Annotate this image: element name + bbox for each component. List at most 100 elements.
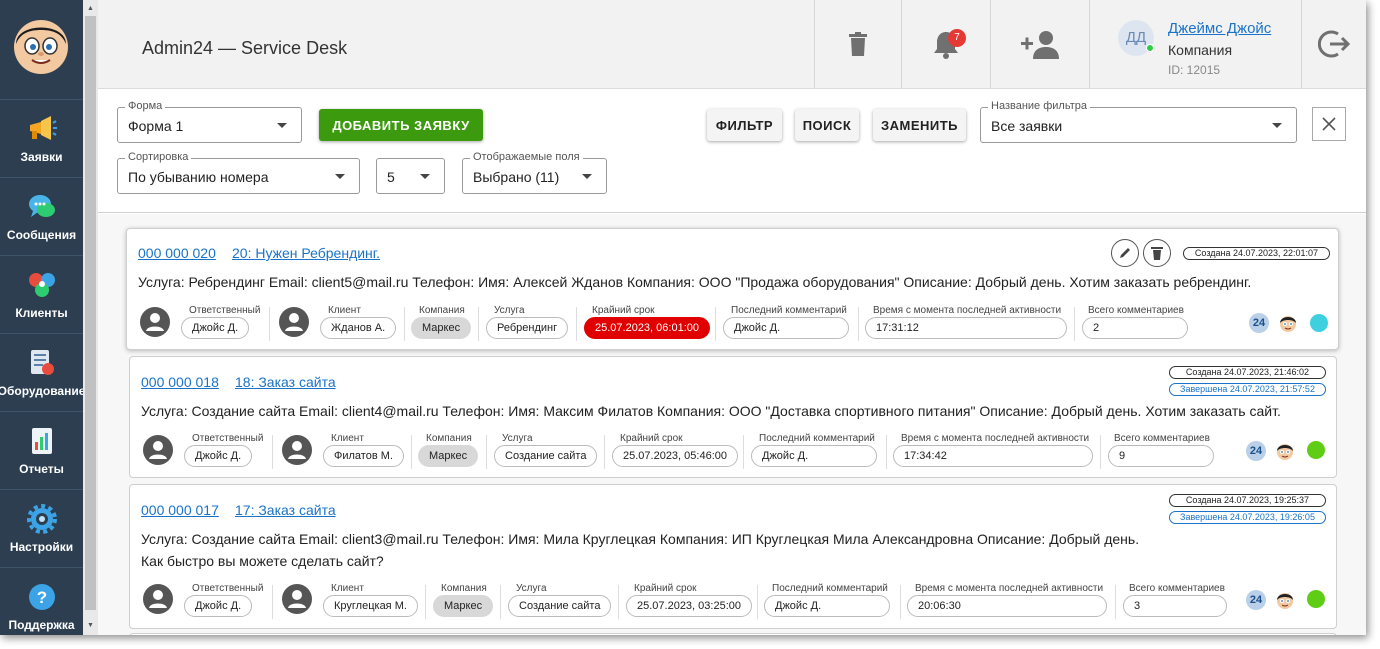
ticket-title-link[interactable]: 18: Заказ сайта [235,374,336,390]
ticket-title-link[interactable]: 17: Заказ сайта [235,502,336,518]
deadline-chip[interactable]: 25.07.2023, 06:01:00 [584,317,710,339]
chevron-down-icon [582,174,592,179]
service-chip[interactable]: Создание сайта [494,445,598,467]
completed-date-tag: Завершена 24.07.2023, 21:57:52 [1169,383,1326,396]
user-id: ID: 12015 [1168,63,1221,77]
status-dot [1307,590,1325,608]
filter-name-select[interactable]: Название фильтра Все заявки [980,100,1297,143]
visible-fields-value: Выбрано (11) [473,169,560,185]
company-chip[interactable]: Маркес [418,445,479,467]
since-activity-chip[interactable]: 20:06:30 [907,595,1107,617]
search-button[interactable]: ПОИСК [795,109,859,141]
edit-ticket-button[interactable] [1111,239,1139,267]
since-activity-chip[interactable]: 17:31:12 [865,317,1067,339]
ticket-card[interactable]: 000 000 020 20: Нужен Ребрендинг. Создан… [126,228,1339,350]
divider [1115,585,1116,619]
client-chip[interactable]: Круглецкая М. [323,595,418,617]
responsible-chip[interactable]: Джойс Д. [181,317,250,339]
ticket-card[interactable]: 000 000 017 17: Заказ сайта Создана 24.0… [129,484,1337,629]
pencil-icon [1120,248,1130,258]
ticket-number-link[interactable]: 000 000 020 [138,245,216,261]
status-dot [1310,314,1328,332]
form-select[interactable]: Форма Форма 1 [117,100,302,143]
scrollbar-thumb[interactable] [85,16,96,610]
scroll-down-arrow-icon[interactable]: ▼ [83,619,98,633]
deadline-chip[interactable]: 25.07.2023, 05:46:00 [612,445,738,467]
clear-filter-button[interactable] [1312,107,1346,141]
source-badge: 24 [1246,441,1266,461]
trash-icon [1151,247,1163,260]
sidebar-item-messages[interactable]: Сообщения [0,177,83,255]
meta-label: Услуга [516,583,547,594]
visible-fields-select[interactable]: Отображаемые поля Выбрано (11) [462,151,607,194]
person-icon [279,307,309,337]
chevron-down-icon [420,174,430,179]
add-user-button[interactable] [990,0,1089,88]
chevron-down-icon [277,123,287,128]
delete-ticket-button[interactable] [1143,239,1171,267]
sidebar-item-support[interactable]: ? Поддержка [0,567,83,635]
sidebar-item-reports[interactable]: Отчеты [0,411,83,489]
notifications-button[interactable]: 7 [901,0,990,88]
last-comment-chip[interactable]: Джойс Д. [723,317,849,339]
meta-label: Крайний срок [592,305,655,316]
responsible-chip[interactable]: Джойс Д. [184,595,253,617]
ticket-title-link[interactable]: 20: Нужен Ребрендинг. [232,245,380,261]
divider [404,307,405,341]
since-activity-chip[interactable]: 17:34:42 [893,445,1093,467]
sidebar-item-clients[interactable]: Клиенты [0,255,83,333]
user-name-link[interactable]: Джеймс Джойс [1168,20,1271,37]
user-company: Компания [1168,42,1233,58]
scroll-up-arrow-icon[interactable]: ▲ [83,2,98,16]
service-chip[interactable]: Ребрендинг [486,317,569,339]
meta-label: Клиент [331,583,364,594]
last-comment-chip[interactable]: Джойс Д. [764,595,890,617]
sidebar-item-label: Отчеты [19,461,64,476]
ticket-number-link[interactable]: 000 000 018 [141,374,219,390]
client-chip[interactable]: Жданов А. [320,317,397,339]
ticket-number-link[interactable]: 000 000 017 [141,502,219,518]
total-comments-chip[interactable]: 2 [1082,317,1188,339]
sidebar-item-settings[interactable]: Настройки [0,489,83,567]
filter-button[interactable]: ФИЛЬТР [707,109,782,141]
replace-button[interactable]: ЗАМЕНИТЬ [873,109,966,141]
company-chip[interactable]: Маркес [411,317,472,339]
notifications-badge: 7 [948,29,966,47]
page-scrollbar[interactable]: ▲ ▼ [83,0,98,635]
logout-button[interactable] [1301,0,1366,88]
person-icon [282,435,312,465]
avatar[interactable] [10,14,72,76]
gear-icon [26,503,57,534]
service-chip[interactable]: Создание сайта [508,595,612,617]
sidebar-item-equipment[interactable]: Оборудование [0,333,85,411]
sort-select[interactable]: Сортировка По убыванию номера [117,151,360,194]
add-request-button[interactable]: ДОБАВИТЬ ЗАЯВКУ [319,109,483,141]
divider [486,435,487,469]
assignee-avatar-icon [1277,444,1293,460]
ticket-card[interactable]: 000 000 018 18: Заказ сайта Создана 24.0… [129,356,1337,478]
total-comments-chip[interactable]: 3 [1123,595,1227,617]
total-comments-chip[interactable]: 9 [1108,445,1214,467]
delete-button[interactable] [814,0,901,88]
svg-text:?: ? [36,588,46,607]
trash-icon [849,32,867,56]
sidebar-item-label: Клиенты [15,305,68,320]
person-icon [143,584,173,614]
responsible-chip[interactable]: Джойс Д. [184,445,253,467]
divider [715,307,716,341]
sidebar-item-requests[interactable]: Заявки [0,99,83,177]
filter-name-label: Название фильтра [988,100,1090,112]
page-size-select[interactable]: 5 [376,158,445,194]
meta-label: Время с момента последней активности [873,305,1062,316]
form-select-label: Форма [125,100,166,112]
deadline-chip[interactable]: 25.07.2023, 03:25:00 [626,595,752,617]
last-comment-chip[interactable]: Джойс Д. [751,445,877,467]
ticket-description: Услуга: Создание сайта Email: client4@ma… [141,403,1281,419]
ticket-card[interactable] [129,633,1337,635]
user-profile[interactable]: ДД Джеймс Джойс Компания ID: 12015 [1089,0,1301,88]
divider [272,585,273,619]
divider [858,307,859,341]
company-chip[interactable]: Маркес [433,595,494,617]
meta-label: Услуга [502,433,533,444]
client-chip[interactable]: Филатов М. [323,445,404,467]
